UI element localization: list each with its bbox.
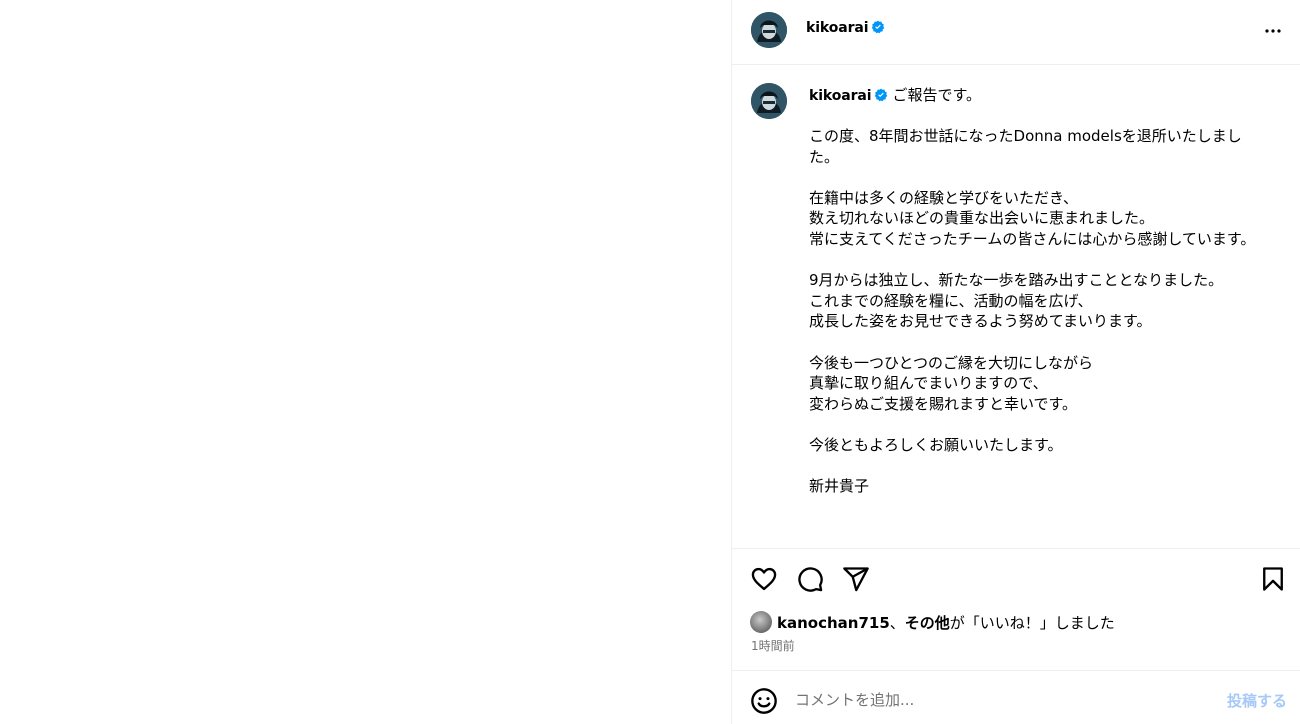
caption-avatar[interactable]: [751, 83, 787, 119]
post-media-area: [0, 0, 731, 724]
verified-badge-icon: [872, 20, 885, 34]
comment-bubble-icon[interactable]: [796, 565, 824, 593]
post-comment-button[interactable]: 投稿する: [1227, 690, 1287, 711]
caption-username[interactable]: kikoarai: [809, 88, 872, 104]
caption-signature: 新井貴子: [809, 477, 870, 496]
header-username[interactable]: kikoarai: [806, 20, 885, 36]
likes-separator: 、: [889, 614, 905, 632]
post-side-panel: kikoarai kikoarai ご報告です。 この度、8年間お世話になったDo…: [731, 0, 1300, 724]
post-header: kikoarai: [732, 0, 1300, 65]
avatar[interactable]: [751, 12, 787, 48]
likes-summary: kanochan715、その他が「いいね！」しました: [750, 611, 1115, 633]
caption-area: kikoarai ご報告です。 この度、8年間お世話になったDonna model…: [732, 65, 1300, 548]
avatar[interactable]: [750, 611, 772, 633]
caption-paragraph: 今後も一つひとつのご縁を大切にしながら 真摯に取り組んでまいりますので、 変わら…: [809, 353, 1093, 413]
post-actions: [732, 548, 1300, 608]
likes-others-link[interactable]: その他: [905, 614, 950, 632]
verified-badge-icon: [875, 88, 888, 102]
paper-plane-icon[interactable]: [842, 565, 870, 593]
caption-paragraph: 在籍中は多くの経験と学びをいただき、 数え切れないほどの貴重な出会いに恵まれまし…: [809, 188, 1256, 248]
comment-input[interactable]: [795, 688, 1195, 712]
heart-icon[interactable]: [750, 565, 778, 593]
caption-first-line: kikoarai ご報告です。: [809, 85, 981, 106]
caption-paragraph: 9月からは独立し、新たな一歩を踏み出すこととなりました。 これまでの経験を糧に、…: [809, 271, 1224, 331]
caption-body: この度、8年間お世話になったDonna modelsを退所いたしました。 在籍中…: [809, 126, 1269, 497]
caption-paragraph: この度、8年間お世話になったDonna modelsを退所いたしました。: [809, 127, 1242, 166]
post-timestamp[interactable]: 1時間前: [751, 637, 795, 654]
caption-first-text: ご報告です。: [892, 86, 981, 104]
more-options-icon[interactable]: [1261, 19, 1285, 43]
header-username-text[interactable]: kikoarai: [806, 20, 869, 36]
comment-box: 投稿する: [732, 670, 1300, 724]
liker-username[interactable]: kanochan715: [777, 614, 890, 632]
bookmark-icon[interactable]: [1259, 565, 1287, 593]
caption-paragraph: 今後ともよろしくお願いいたします。: [809, 435, 1063, 454]
likes-suffix: が「いいね！」しました: [949, 614, 1115, 632]
emoji-smiley-icon[interactable]: [750, 687, 778, 715]
